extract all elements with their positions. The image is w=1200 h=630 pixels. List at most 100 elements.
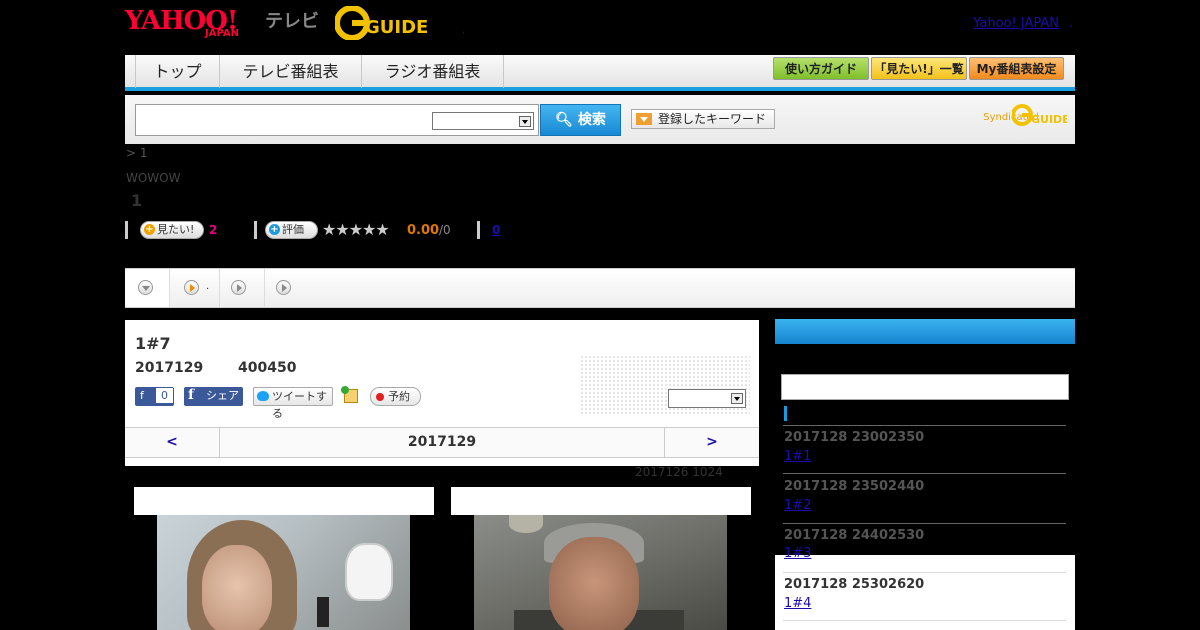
- photo-detail: [317, 597, 329, 627]
- saved-keywords-label: 登録したキーワード: [658, 112, 767, 126]
- record-icon: [376, 393, 384, 401]
- program-title: 1#7: [135, 334, 171, 353]
- rating-score: 0.00: [407, 223, 440, 238]
- review-count-link[interactable]: 0: [492, 223, 500, 237]
- play-icon: [276, 280, 291, 295]
- rating-count: /0: [439, 223, 451, 237]
- chevron-down-icon: [731, 393, 743, 404]
- sidebar-item-link[interactable]: 1#2: [784, 498, 811, 513]
- svg-text:GUIDE: GUIDE: [1031, 113, 1067, 126]
- sidebar-item-link[interactable]: 1#3: [784, 546, 811, 561]
- divider: [125, 221, 128, 239]
- search-category-select[interactable]: [432, 112, 534, 130]
- facebook-count: 0: [156, 388, 173, 403]
- nav-tab-radio-listings[interactable]: ラジオ番組表: [362, 55, 504, 88]
- twitter-icon: [257, 391, 269, 401]
- prev-day-link[interactable]: <: [166, 434, 178, 450]
- divider: [783, 473, 1066, 474]
- facebook-share-button[interactable]: f シェア: [184, 387, 243, 406]
- tab-2-label: .: [206, 281, 210, 292]
- divider: [783, 572, 1066, 573]
- facebook-like-button[interactable]: f 0: [135, 387, 174, 406]
- reserve-label: 予約: [388, 390, 410, 403]
- site-header: YAHOO! JAPAN テレビ GUIDE , Yahoo! JAPAN .: [125, 0, 1075, 52]
- sidebar-item-time: 2017128 25302620: [784, 577, 925, 592]
- date-pager: < 2017129 >: [125, 427, 759, 458]
- plus-icon: +: [144, 224, 155, 235]
- photo-detail: [509, 515, 543, 533]
- chevron-down-icon: [519, 116, 531, 127]
- sidebar-header: [775, 319, 1075, 344]
- usage-guide-button[interactable]: 使い方ガイド: [773, 57, 869, 80]
- my-listings-settings-button[interactable]: My番組表設定: [969, 57, 1064, 80]
- program-stats: + 見たい! 2 + 評価 ★★★★★ 0.00 /0 0: [125, 220, 545, 240]
- header-separator: ,: [462, 25, 466, 36]
- want-count: 2: [209, 223, 218, 237]
- program-date: 2017129: [135, 360, 204, 376]
- yahoo-japan-logo-text: JAPAN: [205, 28, 239, 39]
- svg-text:GUIDE: GUIDE: [365, 17, 427, 38]
- tweet-label: ツイートする: [272, 390, 327, 420]
- program-photo: [474, 515, 727, 630]
- add-calendar-icon[interactable]: [341, 386, 358, 403]
- facebook-icon: f: [188, 387, 195, 403]
- gguide-logo[interactable]: GUIDE: [335, 6, 427, 40]
- photo-detail: [345, 543, 393, 601]
- last-updated: 2017126 1024: [635, 465, 723, 479]
- program-time: 400450: [238, 360, 297, 376]
- page-heading: 1: [131, 191, 143, 210]
- want-button[interactable]: + 見たい!: [140, 221, 204, 239]
- yahoo-japan-link[interactable]: Yahoo! JAPAN: [973, 16, 1059, 31]
- divider: [477, 221, 480, 239]
- divider: [783, 425, 1066, 426]
- sidebar: 2017128 23002350 1#1 2017128 23502440 1#…: [775, 319, 1075, 630]
- photo-caption-bar: [134, 487, 434, 515]
- rating-stars: ★★★★★: [322, 220, 390, 239]
- dropdown-arrow-icon: [636, 113, 652, 125]
- nav-tab-tv-listings[interactable]: テレビ番組表: [220, 55, 362, 88]
- next-day-link[interactable]: >: [706, 434, 718, 450]
- program-detail-panel: 1#7 2017129 400450 f 0 f シェア ツイートする 予約 <…: [125, 320, 759, 466]
- facebook-share-label: シェア: [206, 389, 239, 402]
- photo-detail: [549, 537, 639, 630]
- device-select[interactable]: [668, 389, 746, 408]
- want-label: 見たい!: [157, 223, 195, 236]
- sidebar-item-link[interactable]: 1#1: [784, 449, 811, 464]
- want-list-button[interactable]: 「見たい!」一覧: [871, 57, 967, 80]
- tab-4[interactable]: [265, 269, 305, 307]
- search-icon: 🔍︎: [555, 112, 573, 128]
- sidebar-item-link[interactable]: 1#4: [784, 596, 811, 611]
- search-button[interactable]: 🔍︎ 検索: [540, 104, 621, 136]
- divider: [254, 221, 257, 239]
- sidebar-item-time: 2017128 24402530: [784, 528, 925, 543]
- photo-caption-bar: [451, 487, 751, 515]
- play-icon: [184, 280, 199, 295]
- rate-label: 評価: [282, 223, 304, 236]
- rate-button[interactable]: + 評価: [265, 221, 318, 239]
- facebook-icon: f: [140, 389, 144, 402]
- header-dot: .: [1069, 16, 1073, 30]
- divider: [783, 620, 1066, 621]
- tweet-button[interactable]: ツイートする: [253, 387, 333, 420]
- search-bar: 🔍︎ 検索 登録したキーワード Syndicated GUIDE: [125, 95, 1075, 144]
- sidebar-item-time: 2017128 23502440: [784, 479, 925, 494]
- reserve-button[interactable]: 予約: [370, 387, 421, 406]
- tab-1[interactable]: [125, 269, 170, 307]
- next-day-cell: >: [664, 428, 759, 457]
- photo-card[interactable]: [134, 487, 434, 630]
- sidebar-input[interactable]: [781, 374, 1069, 400]
- photo-detail: [202, 545, 272, 630]
- tab-3[interactable]: [220, 269, 265, 307]
- gguide-small-logo: GUIDE: [1012, 104, 1067, 126]
- sidebar-item-time: 2017128 23002350: [784, 430, 925, 445]
- tab-2[interactable]: .: [170, 269, 220, 307]
- nav-tab-top[interactable]: トップ: [135, 55, 220, 88]
- main-nav: トップ テレビ番組表 ラジオ番組表 使い方ガイド 「見たい!」一覧 My番組表設…: [125, 55, 1075, 91]
- tv-logo-text[interactable]: テレビ: [265, 7, 319, 33]
- play-icon: [231, 280, 246, 295]
- sidebar-section-marker: [784, 406, 787, 421]
- prev-day-cell: <: [125, 428, 220, 457]
- saved-keywords-button[interactable]: 登録したキーワード: [631, 109, 775, 129]
- program-photo: [157, 515, 410, 630]
- photo-card[interactable]: [451, 487, 751, 630]
